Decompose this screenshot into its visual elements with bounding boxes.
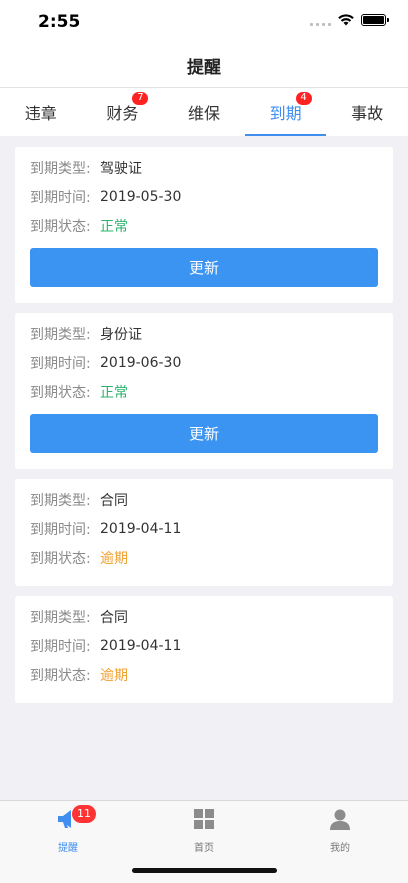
tab-badge: 7 [132, 92, 149, 105]
update-button[interactable]: 更新 [30, 248, 378, 287]
update-button[interactable]: 更新 [30, 414, 378, 453]
tab-accident[interactable]: 事故 [326, 88, 408, 136]
page-title: 提醒 [187, 58, 221, 78]
bottom-tab-label: 我的 [330, 843, 350, 854]
row-type: 到期类型: 合同 [30, 602, 378, 631]
time-label: 到期时间: [30, 189, 91, 206]
signal-icon [310, 14, 331, 26]
bottom-tab-label: 首页 [194, 843, 214, 854]
type-label: 到期类型: [30, 492, 91, 509]
type-label: 到期类型: [30, 609, 91, 626]
row-time: 到期时间: 2019-06-30 [30, 348, 378, 377]
row-status: 到期状态: 正常 [30, 377, 378, 406]
time-label: 到期时间: [30, 355, 91, 372]
row-time: 到期时间: 2019-04-11 [30, 631, 378, 660]
person-icon [328, 807, 352, 831]
tab-label: 到期 [269, 104, 302, 123]
nav-bar: 提醒 [0, 44, 408, 88]
time-value: 2019-06-30 [100, 354, 182, 371]
row-time: 到期时间: 2019-04-11 [30, 514, 378, 543]
bottom-tab-profile[interactable]: 我的 [310, 807, 370, 854]
row-type: 到期类型: 合同 [30, 485, 378, 514]
tab-label: 违章 [24, 104, 57, 123]
type-label: 到期类型: [30, 326, 91, 343]
type-value: 身份证 [100, 326, 142, 343]
tab-label: 事故 [351, 104, 384, 123]
time-value: 2019-05-30 [100, 188, 182, 205]
status-label: 到期状态: [30, 218, 91, 235]
status-value: 逾期 [100, 667, 128, 684]
status-value: 正常 [100, 384, 128, 401]
bottom-tab-reminders[interactable]: 11 提醒 [38, 805, 98, 854]
tab-label: 维保 [187, 104, 220, 123]
status-bar: 2:55 [0, 0, 408, 44]
status-value: 正常 [100, 218, 128, 235]
expiry-card: 到期类型: 驾驶证 到期时间: 2019-05-30 到期状态: 正常 更新 [15, 147, 393, 303]
type-value: 合同 [100, 492, 128, 509]
status-label: 到期状态: [30, 550, 91, 567]
grid-icon [192, 807, 216, 831]
status-label: 到期状态: [30, 667, 91, 684]
row-status: 到期状态: 正常 [30, 211, 378, 240]
megaphone-icon: 11 [56, 805, 96, 831]
row-type: 到期类型: 驾驶证 [30, 153, 378, 182]
reminder-badge: 11 [72, 805, 96, 823]
tab-bar: 违章 财务 7 维保 到期 4 事故 [0, 88, 408, 136]
status-value: 逾期 [100, 550, 128, 567]
row-status: 到期状态: 逾期 [30, 660, 378, 689]
expiry-card: 到期类型: 合同 到期时间: 2019-04-11 到期状态: 逾期 [15, 596, 393, 703]
time-label: 到期时间: [30, 638, 91, 655]
type-value: 驾驶证 [100, 160, 142, 177]
home-indicator[interactable] [132, 868, 277, 873]
tab-maintenance[interactable]: 维保 [163, 88, 245, 136]
time-value: 2019-04-11 [100, 520, 182, 537]
time-value: 2019-04-11 [100, 637, 182, 654]
time-label: 到期时间: [30, 521, 91, 538]
tab-badge: 4 [295, 92, 312, 105]
bottom-tab-home[interactable]: 首页 [174, 807, 234, 854]
tab-finance[interactable]: 财务 7 [82, 88, 164, 136]
type-label: 到期类型: [30, 160, 91, 177]
status-time: 2:55 [38, 12, 81, 32]
tab-violation[interactable]: 违章 [0, 88, 82, 136]
battery-icon [361, 14, 389, 26]
expiry-list: 到期类型: 驾驶证 到期时间: 2019-05-30 到期状态: 正常 更新 到… [15, 147, 393, 713]
row-time: 到期时间: 2019-05-30 [30, 182, 378, 211]
tab-expiry[interactable]: 到期 4 [244, 88, 327, 136]
expiry-card: 到期类型: 身份证 到期时间: 2019-06-30 到期状态: 正常 更新 [15, 313, 393, 469]
bottom-tab-label: 提醒 [58, 843, 78, 854]
row-status: 到期状态: 逾期 [30, 543, 378, 572]
status-label: 到期状态: [30, 384, 91, 401]
expiry-card: 到期类型: 合同 到期时间: 2019-04-11 到期状态: 逾期 [15, 479, 393, 586]
wifi-icon [338, 14, 354, 26]
status-icons [310, 14, 389, 26]
row-type: 到期类型: 身份证 [30, 319, 378, 348]
type-value: 合同 [100, 609, 128, 626]
